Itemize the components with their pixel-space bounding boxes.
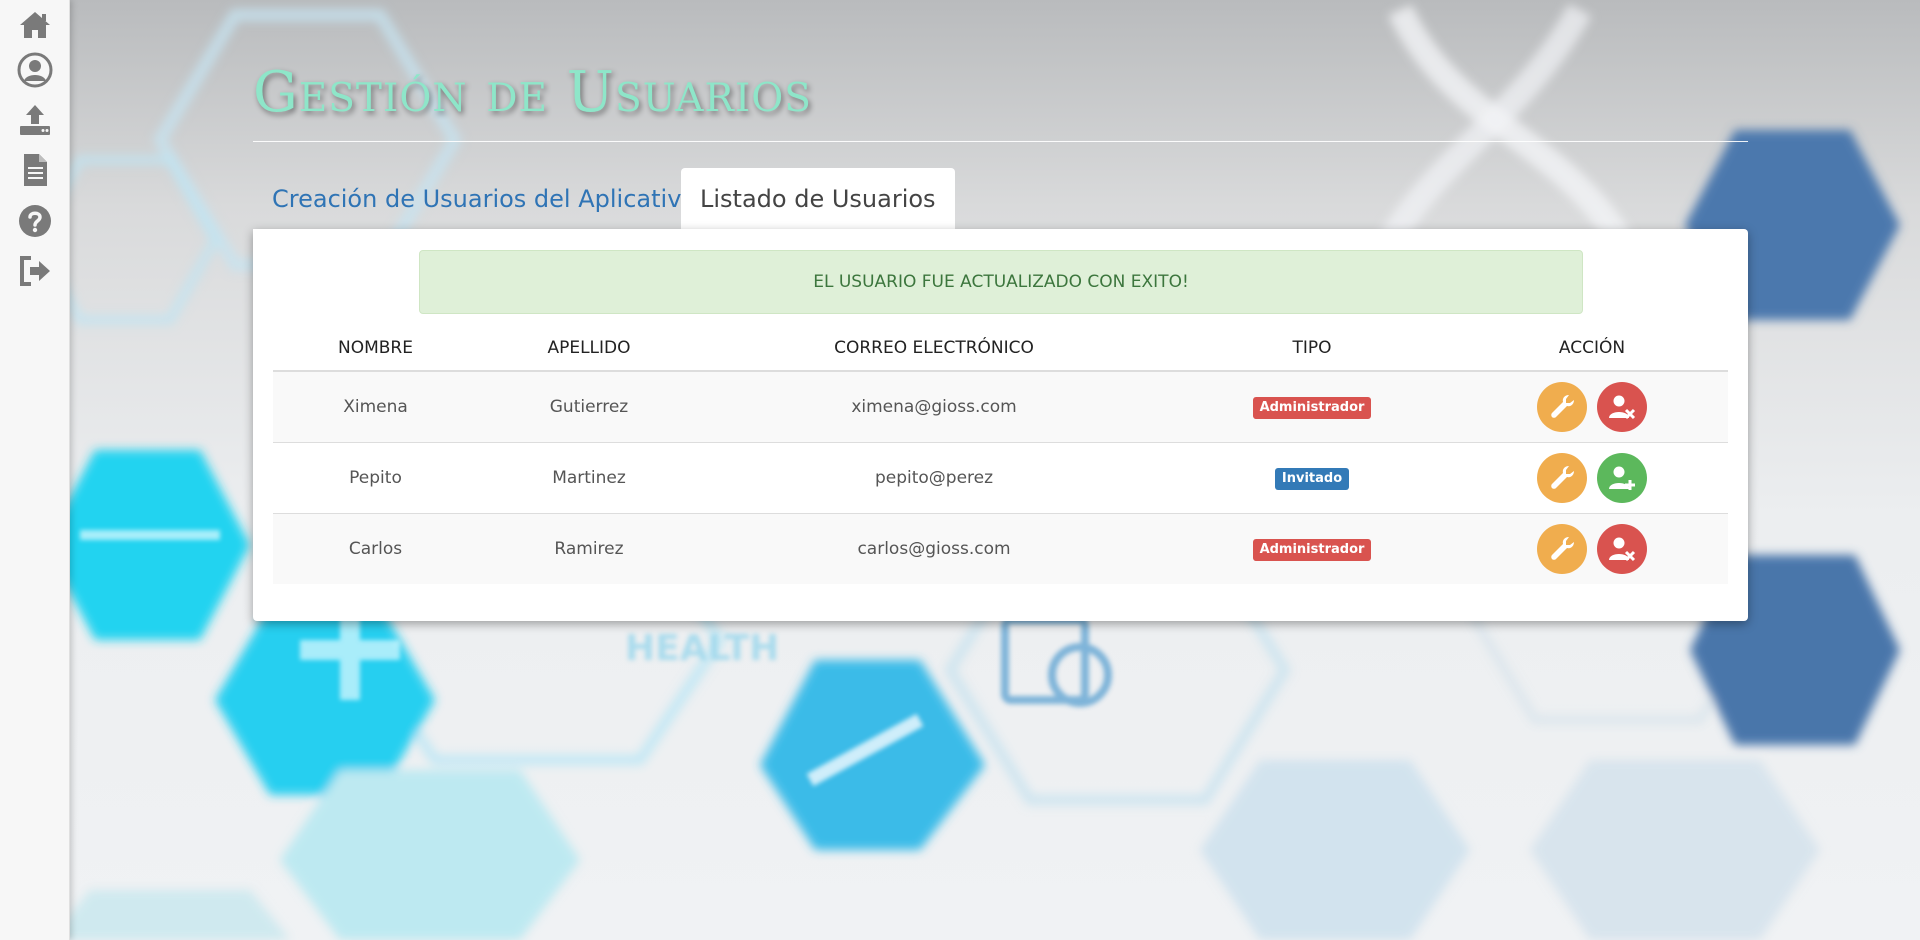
- title-divider: [253, 141, 1748, 142]
- users-panel: EL USUARIO FUE ACTUALIZADO CON EXITO! NO…: [253, 229, 1748, 621]
- cell-accion: [1456, 513, 1728, 584]
- users-table: NOMBRE APELLIDO CORREO ELECTRÓNICO TIPO …: [273, 326, 1728, 584]
- svg-text:HEALTH: HEALTH: [625, 628, 779, 669]
- upload-button[interactable]: [0, 95, 69, 145]
- table-row: Pepito Martinez pepito@perez Invitado: [273, 442, 1728, 514]
- cell-apellido: Gutierrez: [478, 371, 700, 443]
- help-button[interactable]: [0, 196, 69, 246]
- table-row: Carlos Ramirez carlos@gioss.com Administ…: [273, 513, 1728, 584]
- success-alert: EL USUARIO FUE ACTUALIZADO CON EXITO!: [419, 250, 1583, 314]
- home-button[interactable]: [0, 0, 69, 50]
- wrench-icon: [1551, 395, 1575, 418]
- cell-nombre: Carlos: [273, 513, 478, 584]
- cell-tipo: Administrador: [1168, 513, 1456, 584]
- wrench-icon: [1551, 466, 1575, 489]
- role-badge: Invitado: [1274, 467, 1350, 490]
- cell-apellido: Martinez: [478, 442, 700, 514]
- document-icon: [23, 154, 47, 186]
- table-header-row: NOMBRE APELLIDO CORREO ELECTRÓNICO TIPO …: [273, 326, 1728, 372]
- disable-user-button[interactable]: [1596, 382, 1647, 432]
- header-apellido: APELLIDO: [478, 326, 700, 372]
- user-remove-icon: [1608, 395, 1635, 420]
- cell-tipo: Invitado: [1168, 442, 1456, 514]
- enable-user-button[interactable]: [1596, 453, 1647, 503]
- page-title: Gestión de Usuarios: [253, 60, 812, 125]
- user-remove-icon: [1608, 537, 1635, 562]
- tab-listado-usuarios[interactable]: Listado de Usuarios: [681, 168, 955, 230]
- header-nombre: NOMBRE: [273, 326, 478, 372]
- cell-accion: [1456, 371, 1728, 443]
- sidebar: [0, 0, 70, 940]
- cell-correo: pepito@perez: [700, 442, 1168, 514]
- role-badge: Administrador: [1252, 396, 1372, 419]
- upload-icon: [19, 105, 50, 135]
- header-accion: ACCIÓN: [1456, 326, 1728, 372]
- document-button[interactable]: [0, 145, 69, 195]
- cell-apellido: Ramirez: [478, 513, 700, 584]
- wrench-icon: [1551, 537, 1575, 560]
- cell-nombre: Pepito: [273, 442, 478, 514]
- home-icon: [19, 12, 50, 38]
- help-icon: [18, 205, 51, 237]
- cell-accion: [1456, 442, 1728, 514]
- cell-nombre: Ximena: [273, 371, 478, 443]
- edit-user-button[interactable]: [1537, 382, 1588, 432]
- edit-user-button[interactable]: [1537, 453, 1588, 503]
- table-row: Ximena Gutierrez ximena@gioss.com Admini…: [273, 371, 1728, 443]
- edit-user-button[interactable]: [1537, 524, 1588, 574]
- cell-correo: carlos@gioss.com: [700, 513, 1168, 584]
- cell-correo: ximena@gioss.com: [700, 371, 1168, 443]
- user-circle-icon: [17, 52, 52, 88]
- cell-tipo: Administrador: [1168, 371, 1456, 443]
- user-add-icon: [1608, 466, 1635, 490]
- profile-button[interactable]: [0, 45, 69, 95]
- tab-crear-usuarios[interactable]: Creación de Usuarios del Aplicativo: [253, 168, 715, 230]
- header-correo: CORREO ELECTRÓNICO: [700, 326, 1168, 372]
- header-tipo: TIPO: [1168, 326, 1456, 372]
- disable-user-button[interactable]: [1596, 524, 1647, 574]
- logout-button[interactable]: [0, 246, 69, 296]
- logout-icon: [19, 256, 50, 286]
- role-badge: Administrador: [1252, 538, 1372, 561]
